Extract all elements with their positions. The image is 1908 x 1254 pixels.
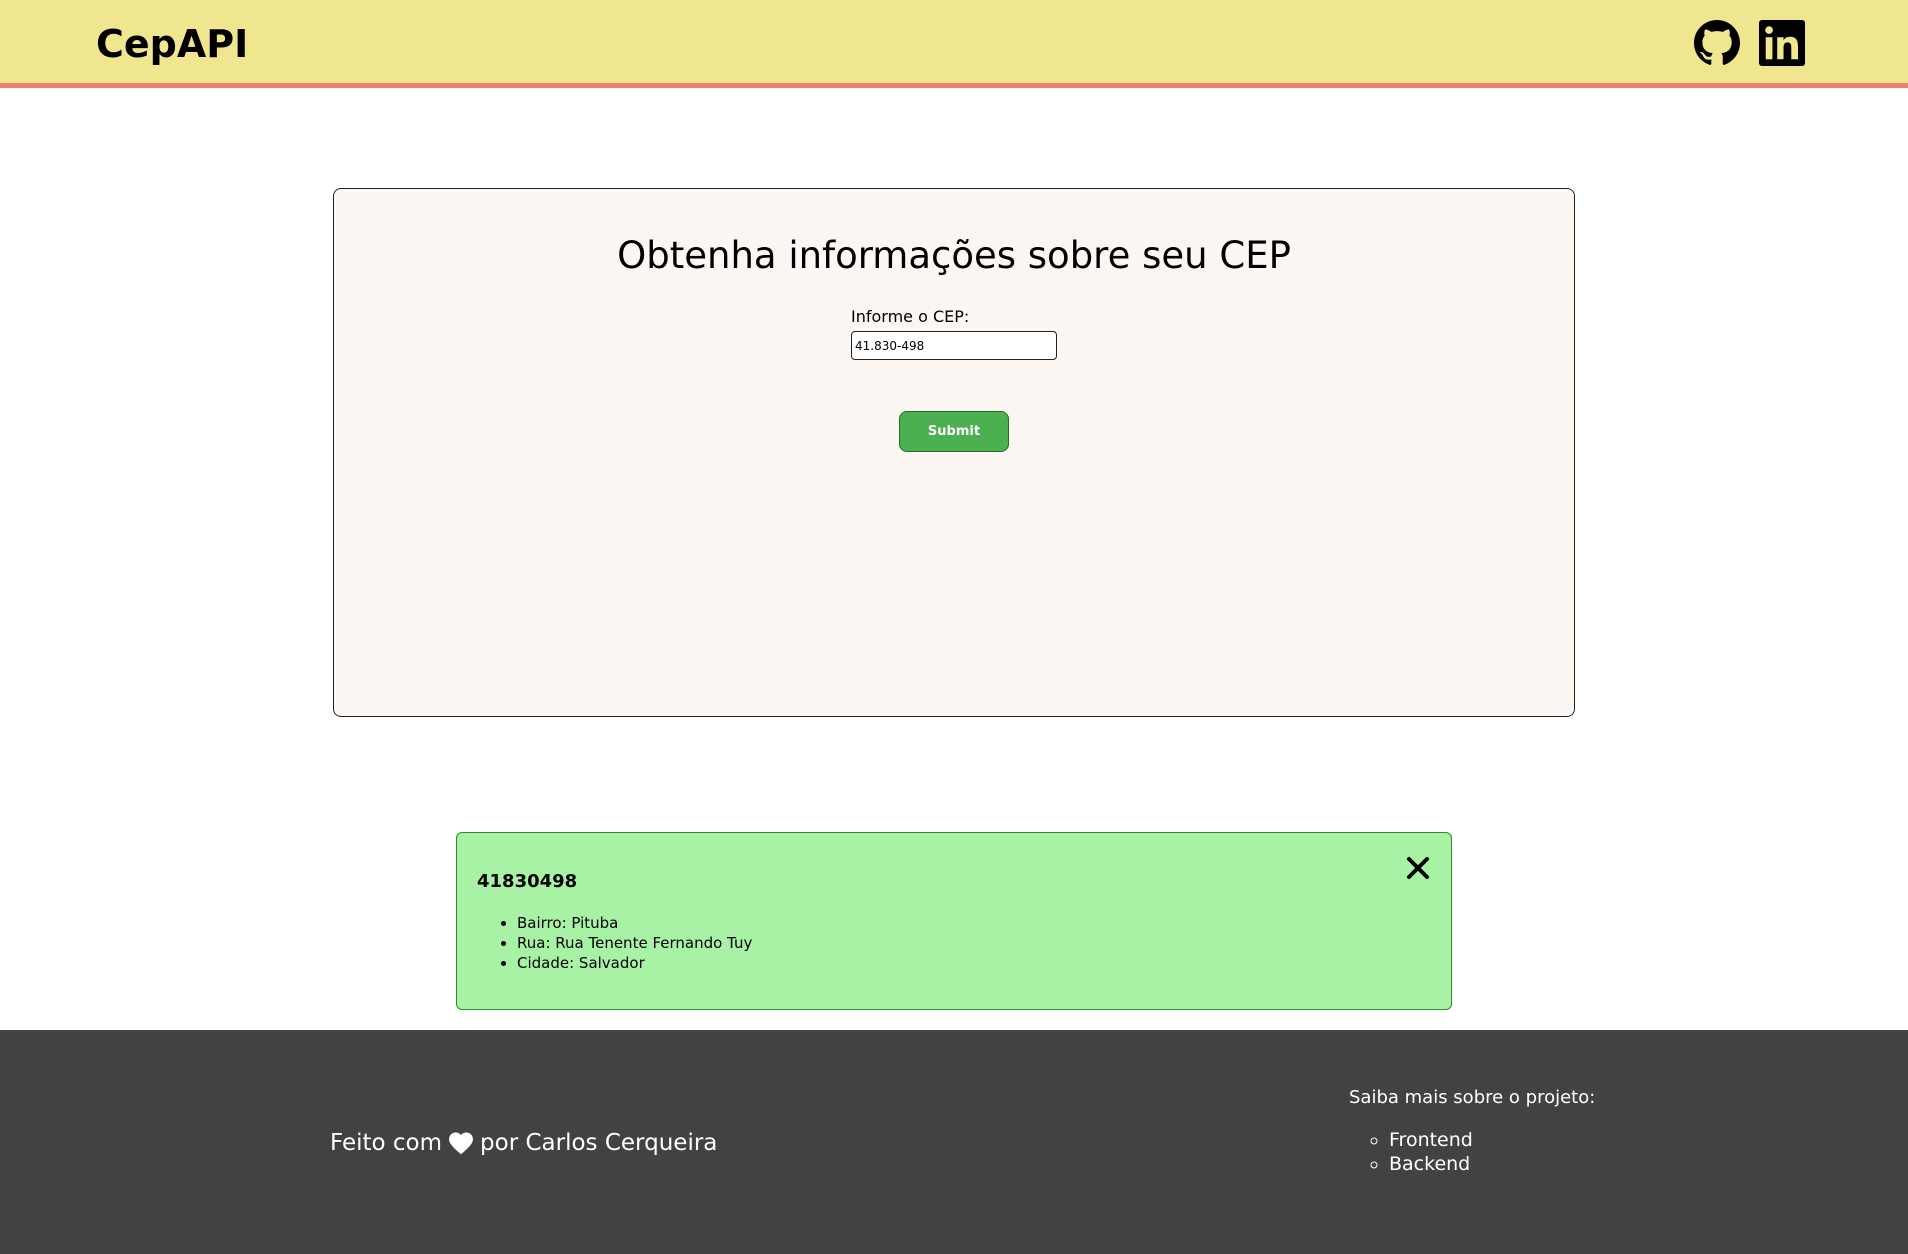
credit-prefix: Feito com	[330, 1130, 443, 1156]
list-item: Frontend	[1389, 1128, 1473, 1152]
footer-links-title: Saiba mais sobre o projeto:	[1349, 1087, 1596, 1108]
close-icon[interactable]	[1403, 853, 1433, 883]
result-cep: 41830498	[477, 871, 578, 892]
footer-credit: Feito com por Carlos Cerqueira	[330, 1128, 717, 1158]
list-item: Cidade: Salvador	[517, 953, 752, 973]
credit-suffix: por Carlos Cerqueira	[480, 1130, 718, 1156]
linkedin-icon[interactable]	[1759, 20, 1805, 66]
brand-logo[interactable]: CepAPI	[96, 22, 248, 66]
frontend-link[interactable]: Frontend	[1389, 1129, 1473, 1151]
cep-input[interactable]	[851, 331, 1057, 360]
cep-form-card: Obtenha informações sobre seu CEP Inform…	[333, 188, 1575, 717]
page: CepAPI Obtenha informações sobre seu CEP…	[0, 0, 1908, 1254]
cep-label: Informe o CEP:	[851, 307, 970, 326]
list-item: Bairro: Pituba	[517, 913, 752, 933]
submit-button[interactable]: Submit	[899, 411, 1009, 452]
backend-link[interactable]: Backend	[1389, 1153, 1470, 1175]
heart-icon	[448, 1131, 474, 1155]
footer-links: Frontend Backend	[1349, 1128, 1473, 1176]
result-box: 41830498 Bairro: Pituba Rua: Rua Tenente…	[456, 832, 1452, 1010]
result-list: Bairro: Pituba Rua: Rua Tenente Fernando…	[477, 913, 752, 973]
page-title: Obtenha informações sobre seu CEP	[617, 234, 1291, 277]
list-item: Rua: Rua Tenente Fernando Tuy	[517, 933, 752, 953]
footer: Feito com por Carlos Cerqueira Saiba mai…	[0, 1030, 1908, 1254]
list-item: Backend	[1389, 1152, 1473, 1176]
github-icon[interactable]	[1694, 20, 1740, 66]
top-header: CepAPI	[0, 0, 1908, 88]
